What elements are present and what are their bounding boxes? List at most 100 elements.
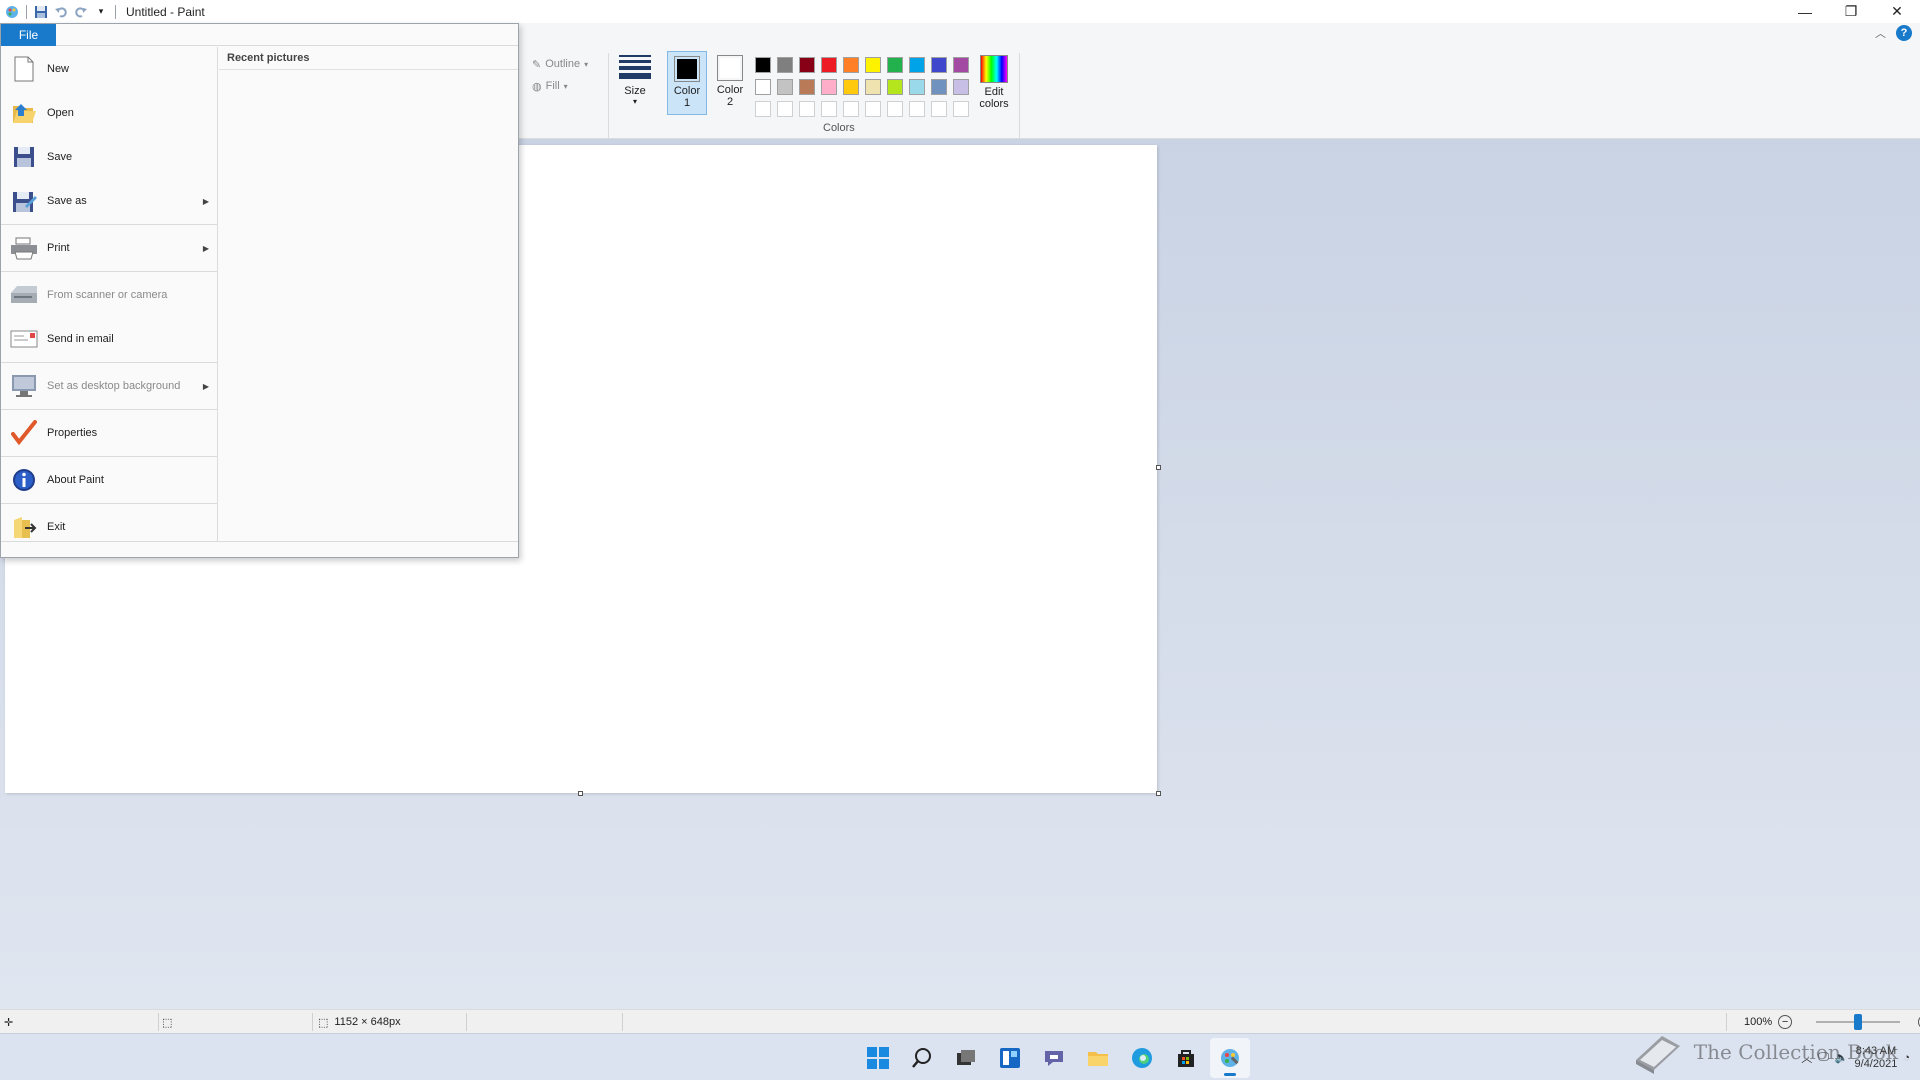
palette-swatch[interactable] (906, 54, 928, 76)
image-size-value: 1152 × 648px (334, 1016, 401, 1028)
menu-item-new[interactable]: New (1, 47, 217, 91)
undo-icon[interactable] (51, 2, 71, 22)
color1-swatch (674, 56, 700, 82)
palette-swatch[interactable] (862, 76, 884, 98)
palette-swatch (928, 98, 950, 120)
info-icon (9, 465, 39, 495)
menu-item-print[interactable]: Print ▶ (1, 226, 217, 270)
palette-swatch[interactable] (928, 76, 950, 98)
recent-pictures-panel: Recent pictures (219, 47, 518, 541)
palette-swatch (906, 98, 928, 120)
menu-item-open[interactable]: Open (1, 91, 217, 135)
palette-swatch[interactable] (950, 54, 972, 76)
edge-icon[interactable] (1122, 1038, 1162, 1078)
menu-item-exit[interactable]: Exit (1, 505, 217, 549)
size-button[interactable]: Size ▾ (614, 53, 656, 106)
menu-item-label: Save (47, 151, 73, 163)
chevron-down-icon: ▾ (632, 97, 637, 106)
task-view-icon[interactable] (946, 1038, 986, 1078)
palette-swatch (796, 98, 818, 120)
zoom-slider-thumb[interactable] (1854, 1014, 1863, 1030)
paint-app-icon[interactable] (2, 2, 22, 22)
palette-swatch (950, 98, 972, 120)
checkmark-icon (9, 418, 39, 448)
minimize-button[interactable]: — (1782, 0, 1828, 23)
submenu-arrow-icon: ▶ (202, 381, 209, 391)
canvas-resize-handle-right[interactable] (1156, 465, 1161, 470)
zoom-out-button[interactable]: − (1778, 1015, 1793, 1029)
color1-label-top: Color (673, 85, 701, 97)
menu-item-about-paint[interactable]: About Paint (1, 458, 217, 502)
redo-icon[interactable] (71, 2, 91, 22)
palette-swatch[interactable] (752, 76, 774, 98)
menu-item-save[interactable]: Save (1, 135, 217, 179)
chat-icon[interactable] (1034, 1038, 1074, 1078)
menu-bottom-border (1, 541, 518, 542)
save-as-icon (9, 186, 39, 216)
quick-access-toolbar: ▾ (0, 0, 120, 23)
ribbon-group-separator (1019, 53, 1020, 141)
start-icon[interactable] (858, 1038, 898, 1078)
palette-swatch[interactable] (752, 54, 774, 76)
restore-button[interactable]: ❐ (1828, 0, 1874, 23)
palette-swatch[interactable] (950, 76, 972, 98)
status-divider (1726, 1013, 1727, 1031)
customize-toolbar-icon[interactable]: ▾ (91, 2, 111, 22)
menu-top-border (56, 45, 518, 46)
menu-item-save-as[interactable]: Save as ▶ (1, 179, 217, 223)
color1-button[interactable]: Color 1 (667, 51, 707, 115)
menu-item-label: New (47, 63, 70, 75)
zoom-slider[interactable] (1816, 1014, 1901, 1030)
search-icon[interactable] (902, 1038, 942, 1078)
paint-icon[interactable] (1210, 1037, 1250, 1078)
fill-dropdown[interactable]: ◍ Fill ▾ (532, 75, 588, 97)
save-icon[interactable] (31, 2, 51, 22)
palette-swatch[interactable] (884, 76, 906, 98)
color1-label-bottom: 1 (683, 97, 691, 109)
close-button[interactable]: ✕ (1874, 0, 1920, 23)
edit-colors-button[interactable]: Edit colors (974, 51, 1014, 110)
exit-icon (9, 512, 39, 542)
menu-item-label: Save as (47, 195, 87, 207)
desktop-background-icon (9, 371, 39, 401)
chevron-down-icon: ▾ (563, 81, 568, 91)
menu-item-label: Send in email (47, 333, 114, 345)
palette-swatch[interactable] (884, 54, 906, 76)
menu-item-properties[interactable]: Properties (1, 411, 217, 455)
menu-item-send-in-email[interactable]: Send in email (1, 317, 217, 361)
palette-swatch[interactable] (818, 76, 840, 98)
collapse-ribbon-icon[interactable]: ︿ (1875, 25, 1886, 41)
palette-swatch[interactable] (928, 54, 950, 76)
zoom-value: 100% (1744, 1016, 1773, 1028)
menu-item-label: Exit (47, 521, 66, 533)
canvas-resize-handle-corner[interactable] (1156, 791, 1161, 796)
palette-swatch (862, 98, 884, 120)
menu-separator (1, 456, 217, 457)
palette-swatch[interactable] (840, 76, 862, 98)
palette-swatch[interactable] (862, 54, 884, 76)
color2-button[interactable]: Color 2 (710, 51, 750, 115)
status-divider (466, 1013, 467, 1031)
palette-swatch[interactable] (906, 76, 928, 98)
palette-swatch[interactable] (840, 54, 862, 76)
widgets-icon[interactable] (990, 1038, 1030, 1078)
file-explorer-icon[interactable] (1078, 1038, 1118, 1078)
palette-swatch (884, 98, 906, 120)
status-divider (312, 1013, 313, 1031)
help-icon[interactable]: ? (1896, 25, 1912, 41)
menu-item-label: Properties (47, 427, 98, 439)
palette-swatch[interactable] (774, 54, 796, 76)
palette-swatch[interactable] (818, 54, 840, 76)
outline-icon: ✎ (532, 58, 542, 71)
file-tab[interactable]: File (1, 24, 56, 46)
palette-swatch[interactable] (796, 54, 818, 76)
canvas-resize-handle-bottom[interactable] (578, 791, 583, 796)
palette-swatch[interactable] (796, 76, 818, 98)
ribbon-group-separator (608, 53, 609, 141)
menu-item-label: Open (47, 107, 74, 119)
notification-icon[interactable]: ◔ (1903, 1052, 1910, 1064)
palette-swatch[interactable] (774, 76, 796, 98)
store-icon[interactable] (1166, 1038, 1206, 1078)
menu-separator (1, 271, 217, 272)
outline-dropdown[interactable]: ✎ Outline ▾ (532, 53, 588, 75)
